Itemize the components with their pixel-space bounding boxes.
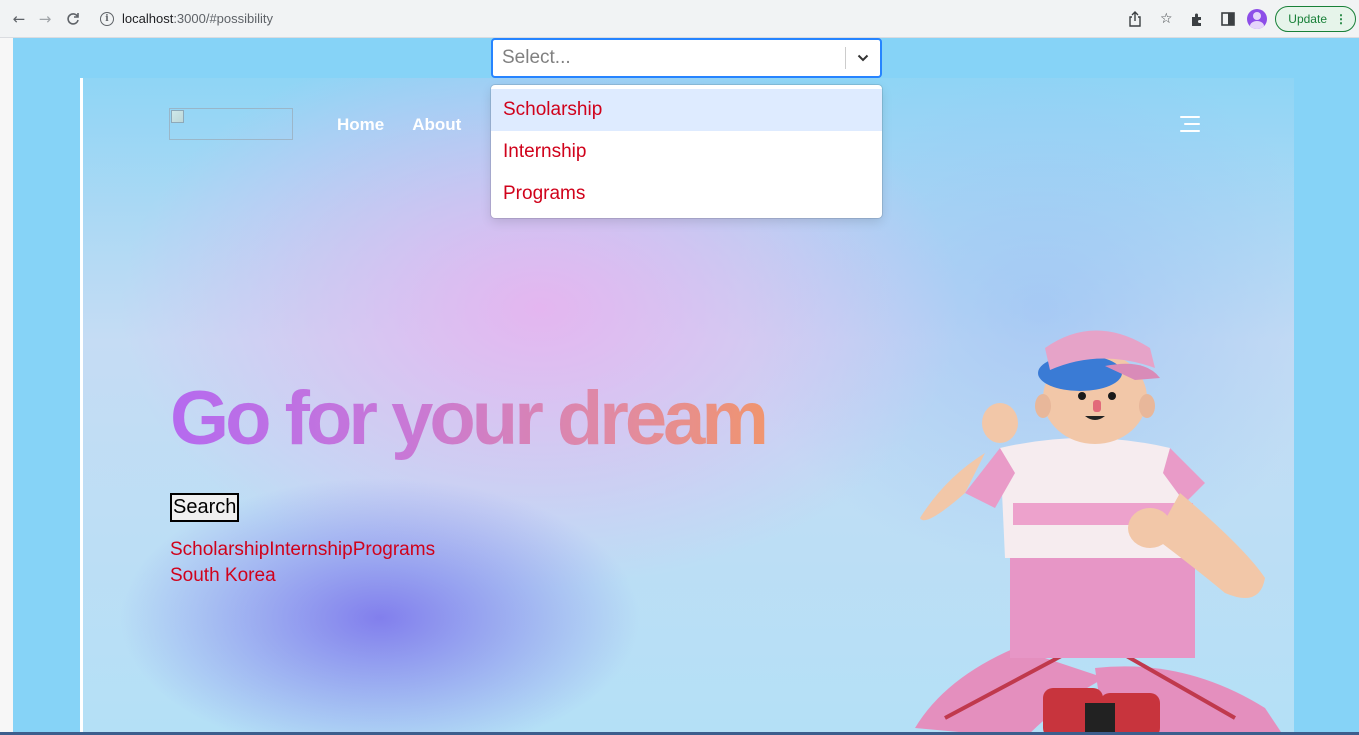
reload-icon[interactable] [62,8,84,30]
select-option-internship[interactable]: Internship [491,131,882,173]
result-country: South Korea [170,565,276,586]
site-info-icon[interactable]: i [100,11,114,26]
category-select[interactable]: Select... [491,38,882,78]
nav-item-about[interactable]: About [412,115,461,135]
main-nav: Home About [337,115,461,135]
toolbar-actions: ☆ Update ⋮ [1123,0,1359,38]
browser-toolbar: ← → i localhost:3000/#possibility ☆ Upda… [0,0,1359,38]
hamburger-menu-icon[interactable] [1180,116,1200,134]
select-option-scholarship[interactable]: Scholarship [491,89,882,131]
chevron-down-icon[interactable] [846,39,880,77]
site-logo-broken-image[interactable] [169,108,293,140]
update-button[interactable]: Update ⋮ [1275,6,1356,32]
select-menu: Scholarship Internship Programs [491,85,882,218]
side-panel-icon[interactable] [1216,7,1240,31]
select-option-programs[interactable]: Programs [491,173,882,215]
address-bar[interactable]: i localhost:3000/#possibility [92,4,1164,33]
share-icon[interactable] [1123,7,1147,31]
url-path: :3000/#possibility [173,11,274,26]
hero-headline: Go for your dream [170,374,769,464]
nav-item-home[interactable]: Home [337,115,384,135]
hero-divider-line [80,78,83,735]
profile-avatar-icon[interactable] [1247,9,1268,29]
more-menu-icon[interactable]: ⋮ [1335,12,1347,26]
update-label: Update [1288,12,1327,26]
page-viewport: Home About Go for your dream Search Scho… [0,38,1359,735]
back-arrow-icon[interactable]: ← [8,8,30,30]
bookmark-star-icon[interactable]: ☆ [1154,7,1178,31]
select-placeholder: Select... [502,47,571,68]
forward-arrow-icon[interactable]: → [34,8,56,30]
url-text: localhost:3000/#possibility [122,11,273,26]
character-illustration [915,330,1283,735]
url-host: localhost [122,11,174,26]
search-button[interactable]: Search [170,493,240,522]
result-categories: ScholarshipInternshipPrograms [170,539,436,560]
page-gutter [0,38,13,735]
extensions-puzzle-icon[interactable] [1185,7,1209,31]
